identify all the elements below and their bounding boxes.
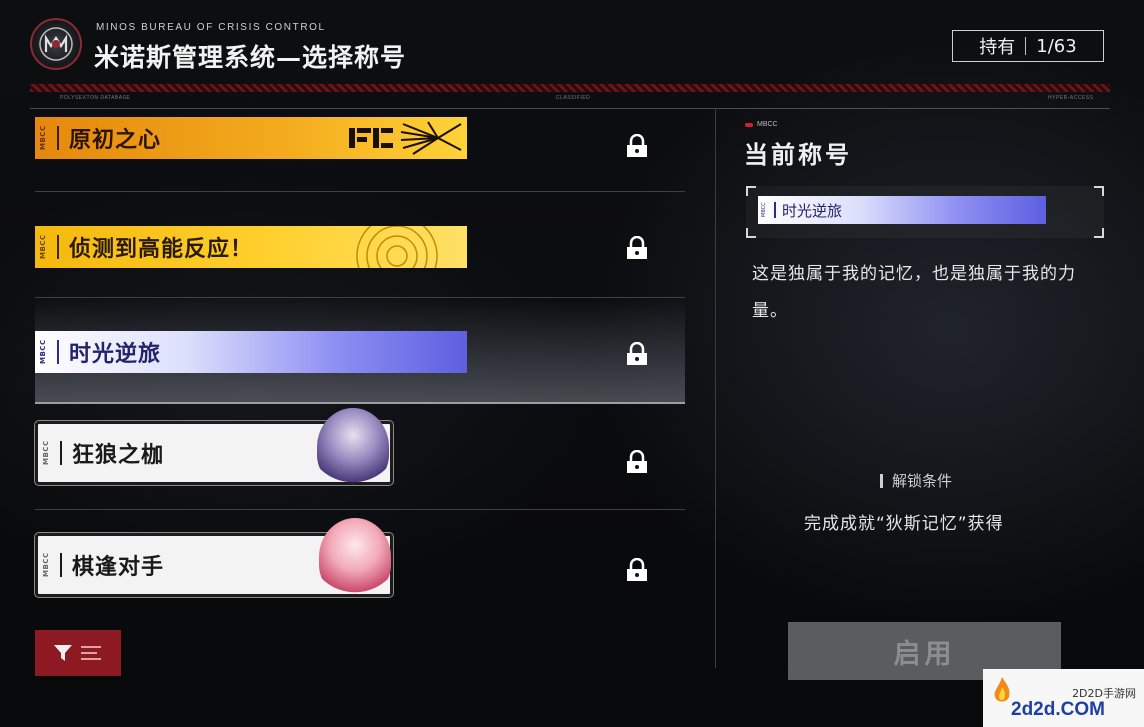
tag-bar — [57, 340, 59, 364]
unlock-condition-text: 完成成就“狄斯记忆”获得 — [804, 514, 1004, 534]
title-row[interactable]: MBCC 原初之心 — [35, 110, 685, 192]
mbcc-logo — [30, 18, 82, 70]
title-description: 这是独属于我的记忆，也是独属于我的力量。 — [752, 264, 1076, 321]
tag-bar — [57, 235, 59, 259]
frame-corner — [746, 186, 756, 196]
title-row-selected[interactable]: MBCC 时光逆旅 — [35, 298, 685, 404]
current-title-frame: MBCC 时光逆旅 — [746, 186, 1104, 238]
title-list: MBCC 原初之心 MBCC 侦测到高能反应！ MBCC 时光逆旅 MBCC 狂… — [34, 110, 685, 616]
current-title-tag: MBCC 时光逆旅 — [758, 196, 1046, 224]
lock-icon — [627, 236, 647, 259]
badge-text: MBCC — [757, 121, 778, 128]
title-row[interactable]: MBCC 棋逢对手 — [34, 510, 685, 616]
mbcc-mark: MBCC — [42, 552, 50, 578]
unlock-heading-text: 解锁条件 — [892, 472, 953, 490]
title-name: 原初之心 — [69, 128, 162, 153]
target-decoration — [356, 226, 438, 268]
title-row[interactable]: MBCC 侦测到高能反应！ — [35, 192, 685, 298]
mbcc-mark: MBCC — [39, 339, 47, 365]
title-name: 棋逢对手 — [72, 555, 165, 580]
micro-label-center: CLASSIFIED — [556, 95, 591, 101]
title-tag: MBCC 原初之心 — [35, 117, 467, 159]
mbcc-badge: MBCC — [745, 121, 778, 128]
page-title: 米诺斯管理系统—选择称号 — [94, 43, 407, 72]
heading-marker — [880, 473, 883, 488]
lock-icon — [627, 134, 647, 157]
frame-corner — [1094, 228, 1104, 238]
tag-bar — [60, 441, 62, 465]
mbcc-mark: MBCC — [39, 125, 47, 151]
current-title-heading: 当前称号 — [744, 140, 852, 169]
tag-bar — [57, 126, 59, 150]
header-red-band — [30, 84, 1110, 92]
title-name: 时光逆旅 — [69, 342, 162, 367]
tag-bar — [774, 202, 776, 218]
micro-label-left: POLYSEXTON DATABASE — [60, 95, 131, 101]
brand-subtitle: MINOS BUREAU OF CRISIS CONTROL — [96, 22, 326, 33]
owned-separator — [1025, 37, 1027, 55]
owned-label: 持有 — [979, 37, 1016, 58]
frame-corner — [1094, 186, 1104, 196]
mbcc-mark: MBCC — [39, 234, 47, 260]
tag-bar — [60, 553, 62, 577]
mbcc-mark: MBCC — [42, 440, 50, 466]
owned-counter: 持有 1/63 — [952, 30, 1104, 62]
title-name: 侦测到高能反应！ — [69, 237, 254, 262]
character-portrait — [319, 518, 391, 596]
sunburst-decoration — [349, 121, 462, 155]
character-portrait — [317, 408, 389, 486]
site-watermark: 2D2D手游网 2d2d.COM — [983, 669, 1144, 727]
owned-count: 1/63 — [1036, 35, 1077, 57]
mbcc-mark: MBCC — [761, 202, 767, 218]
micro-label-right: HYPER-ACCESS — [1048, 95, 1094, 101]
list-lines-icon — [81, 646, 101, 660]
panel-divider — [715, 108, 716, 668]
header-divider — [30, 108, 1110, 109]
flame-logo-icon — [994, 677, 1010, 702]
title-name: 狂狼之枷 — [72, 443, 165, 468]
lock-icon — [627, 558, 647, 581]
filter-button[interactable] — [35, 630, 121, 676]
lock-icon — [627, 342, 647, 365]
badge-dot — [745, 122, 753, 127]
frame-corner — [746, 228, 756, 238]
filter-icon — [54, 645, 72, 661]
lock-icon — [627, 450, 647, 473]
title-tag: MBCC 侦测到高能反应！ — [35, 226, 467, 268]
title-row[interactable]: MBCC 狂狼之枷 — [34, 404, 685, 510]
title-tag: MBCC 时光逆旅 — [35, 331, 467, 373]
current-title-name: 时光逆旅 — [782, 201, 843, 220]
watermark-en: 2d2d.COM — [1011, 699, 1105, 720]
unlock-condition-heading: 解锁条件 — [880, 470, 952, 491]
